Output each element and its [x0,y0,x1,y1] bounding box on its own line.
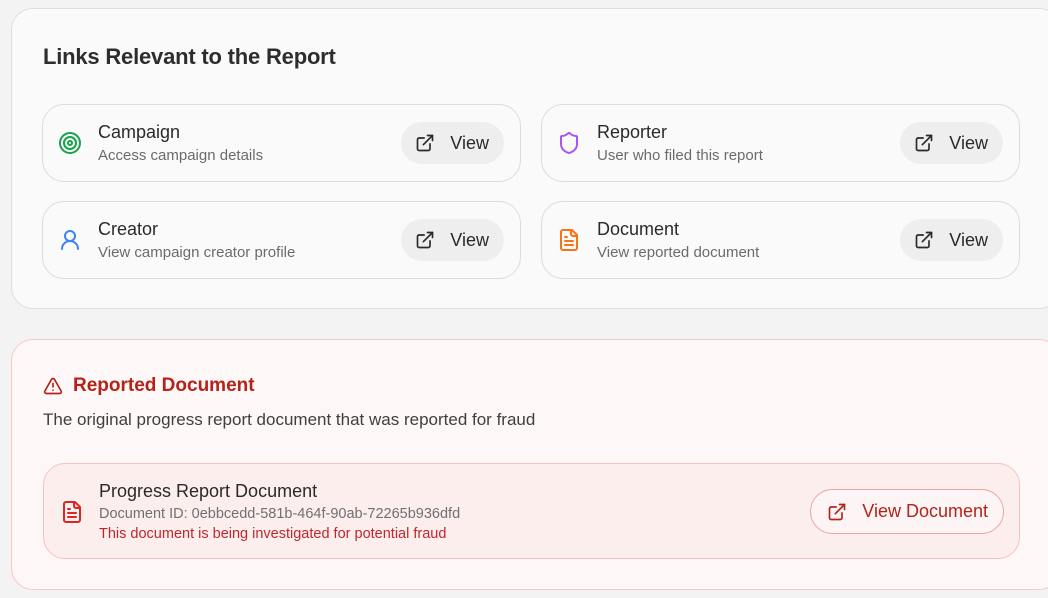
view-document-button-label: View Document [862,501,988,521]
file-text-icon [60,500,84,524]
view-button-label: View [450,229,489,250]
link-item-campaign: Campaign Access campaign details View [42,104,521,182]
view-campaign-button[interactable]: View [401,122,504,164]
document-warning: This document is being investigated for … [99,526,447,542]
reported-document-title: Reported Document [73,375,255,396]
links-section-title: Links Relevant to the Report [43,44,336,69]
link-item-creator: Creator View campaign creator profile Vi… [42,201,521,279]
links-card: Links Relevant to the Report Campaign Ac… [11,8,1048,309]
view-button-label: View [450,132,489,153]
external-link-icon [415,230,435,250]
view-document-button[interactable]: View [900,219,1003,261]
external-link-icon [415,133,435,153]
link-item-document: Document View reported document View [541,201,1020,279]
external-link-icon [914,230,934,250]
link-subtitle: Access campaign details [98,147,264,164]
file-text-icon [557,228,581,252]
alert-triangle-icon [43,376,63,396]
view-document-full-button[interactable]: View Document [810,489,1004,534]
document-title: Progress Report Document [99,481,318,501]
external-link-icon [827,502,847,522]
reported-document-header: Reported Document [43,375,255,397]
link-subtitle: View reported document [597,244,760,261]
target-icon [58,131,82,155]
document-id: Document ID: 0ebbcedd-581b-464f-90ab-722… [99,506,461,522]
reported-document-card: Reported Document The original progress … [11,339,1048,590]
link-title: Campaign [98,122,181,142]
link-title: Creator [98,219,159,239]
view-reporter-button[interactable]: View [900,122,1003,164]
reported-document-description: The original progress report document th… [43,410,536,429]
link-title: Document [597,219,680,239]
link-title: Reporter [597,122,668,142]
shield-icon [557,131,581,155]
link-subtitle: User who filed this report [597,147,763,164]
external-link-icon [914,133,934,153]
view-creator-button[interactable]: View [401,219,504,261]
user-icon [58,228,82,252]
link-subtitle: View campaign creator profile [98,244,296,261]
link-item-reporter: Reporter User who filed this report View [541,104,1020,182]
view-button-label: View [949,229,988,250]
document-info-box: Progress Report Document Document ID: 0e… [43,463,1020,559]
view-button-label: View [949,132,988,153]
